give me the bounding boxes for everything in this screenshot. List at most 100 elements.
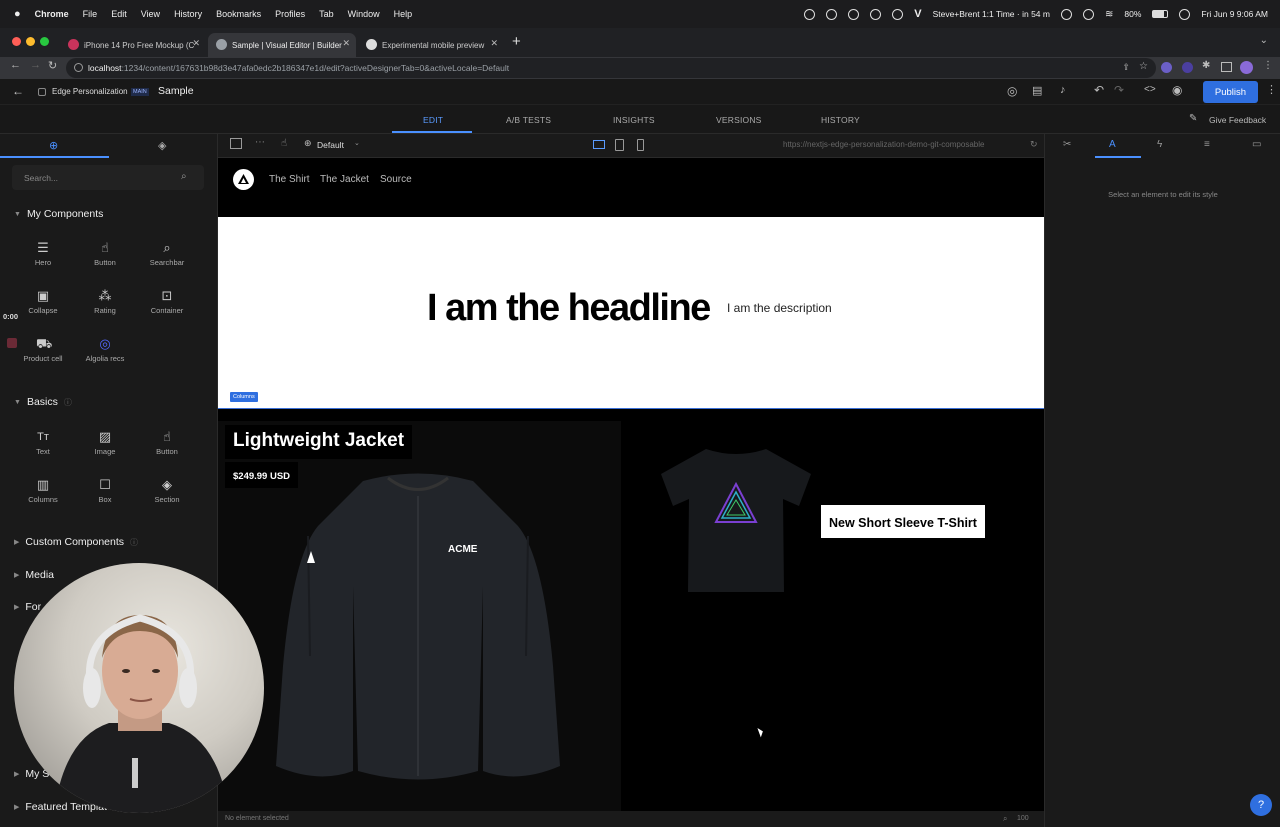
- chevron-down-icon[interactable]: ⌄: [354, 139, 360, 147]
- redo-icon[interactable]: ↷: [1114, 83, 1124, 97]
- tab-edit[interactable]: EDIT: [423, 115, 443, 125]
- brightness-icon[interactable]: [1060, 8, 1072, 20]
- component-section[interactable]: ◈ Section: [137, 478, 197, 504]
- give-feedback-link[interactable]: Give Feedback: [1209, 115, 1266, 125]
- webcam-overlay[interactable]: [14, 563, 264, 813]
- component-hero[interactable]: ☰ Hero: [13, 241, 73, 267]
- component-searchbar[interactable]: ⌕ Searchbar: [137, 241, 197, 267]
- component-collapse[interactable]: ▣ Collapse: [13, 289, 73, 315]
- space-name[interactable]: Edge Personalization: [52, 87, 128, 96]
- tools-icon[interactable]: ✂: [1063, 139, 1071, 150]
- component-button[interactable]: ☝ Button: [75, 241, 135, 267]
- extension-icon[interactable]: [1182, 62, 1193, 73]
- reload-icon[interactable]: ↻: [48, 59, 57, 72]
- browser-tab[interactable]: iPhone 14 Pro Free Mockup (C ✕: [60, 33, 206, 57]
- status-icon[interactable]: [826, 8, 838, 20]
- browser-tab[interactable]: Experimental mobile preview ✕: [358, 33, 504, 57]
- bookmark-star-icon[interactable]: ☆: [1139, 61, 1148, 72]
- preview-canvas[interactable]: The Shirt The Jacket Source I am the hea…: [218, 158, 1044, 811]
- data-icon[interactable]: ≡: [1204, 139, 1210, 150]
- locale-select[interactable]: Default: [317, 140, 344, 150]
- nav-link-shirt[interactable]: The Shirt: [269, 174, 310, 185]
- nav-link-jacket[interactable]: The Jacket: [320, 174, 369, 185]
- info-icon[interactable]: ⓘ: [64, 397, 72, 408]
- section-basics[interactable]: ▼ Basics ⓘ: [14, 396, 72, 408]
- acme-logo-icon[interactable]: [233, 169, 254, 190]
- component-box[interactable]: ☐ Box: [75, 478, 135, 504]
- share-icon[interactable]: ⇪: [1122, 62, 1130, 73]
- battery-percent[interactable]: 80%: [1124, 9, 1141, 19]
- chrome-menu-icon[interactable]: ⋮: [1263, 60, 1273, 71]
- insert-tab-icon[interactable]: ⊕: [49, 139, 58, 152]
- browser-tab-active[interactable]: Sample | Visual Editor | Builder ✕: [208, 33, 356, 57]
- comments-icon[interactable]: ▭: [1252, 139, 1261, 150]
- close-window-button[interactable]: [12, 37, 21, 46]
- jacket-price-box[interactable]: $249.99 USD: [225, 462, 299, 488]
- site-header[interactable]: The Shirt The Jacket Source: [218, 158, 1044, 217]
- component-image[interactable]: ▨ Image: [75, 430, 135, 456]
- menu-history[interactable]: History: [174, 9, 202, 19]
- tshirt-image[interactable]: [651, 444, 821, 594]
- desktop-view-icon[interactable]: [593, 140, 605, 149]
- preview-url[interactable]: https://nextjs-edge-personalization-demo…: [783, 140, 1028, 149]
- wifi-icon[interactable]: ≋: [1105, 9, 1113, 20]
- hero-section[interactable]: I am the headline I am the description C…: [218, 217, 1044, 408]
- component-basic-button[interactable]: ☝ Button: [137, 430, 197, 456]
- apple-icon[interactable]: ●: [14, 8, 21, 20]
- columns-block[interactable]: ACME Lightweight Jacket $249.99 USD New …: [218, 408, 1044, 811]
- record-stop-icon[interactable]: [7, 338, 17, 348]
- undo-icon[interactable]: ↶: [1094, 83, 1104, 97]
- headphones-icon[interactable]: [1082, 8, 1094, 20]
- feedback-icon[interactable]: ✎: [1189, 113, 1197, 124]
- columns-block-label[interactable]: Columns: [230, 392, 258, 402]
- hero-description[interactable]: I am the description: [727, 301, 832, 315]
- site-info-icon[interactable]: [74, 63, 83, 72]
- jacket-title-box[interactable]: Lightweight Jacket: [225, 425, 413, 459]
- component-columns[interactable]: ▥ Columns: [13, 478, 73, 504]
- forward-icon[interactable]: →: [30, 59, 41, 71]
- status-icon[interactable]: [804, 8, 816, 20]
- tab-versions[interactable]: VERSIONS: [716, 115, 762, 125]
- code-icon[interactable]: <>: [1144, 84, 1156, 95]
- jacket-image[interactable]: [268, 466, 568, 796]
- back-arrow-icon[interactable]: ←: [12, 84, 24, 98]
- extensions-puzzle-icon[interactable]: ✱: [1202, 60, 1210, 71]
- back-icon[interactable]: ←: [10, 59, 21, 71]
- outline-icon[interactable]: ⋯: [255, 137, 265, 148]
- menu-edit[interactable]: Edit: [111, 9, 127, 19]
- tab-history[interactable]: HISTORY: [821, 115, 860, 125]
- meeting-reminder[interactable]: Steve+Brent 1:1 Time · in 54 m: [933, 9, 1050, 19]
- animation-bolt-icon[interactable]: ϟ: [1157, 139, 1162, 150]
- close-tab-icon[interactable]: ✕: [490, 38, 498, 49]
- jacket-price[interactable]: $249.99 USD: [233, 471, 290, 482]
- interaction-icon[interactable]: ☝: [281, 138, 287, 149]
- control-center-icon[interactable]: [1179, 8, 1191, 20]
- section-my-components[interactable]: ▼ My Components: [14, 208, 103, 220]
- calendar-icon[interactable]: ▤: [1032, 84, 1042, 97]
- nav-link-source[interactable]: Source: [380, 174, 412, 185]
- menu-view[interactable]: View: [141, 9, 160, 19]
- zoom-level[interactable]: 100: [1017, 815, 1029, 822]
- status-icon[interactable]: [848, 8, 860, 20]
- notifications-bell-icon[interactable]: ♪: [1060, 84, 1066, 96]
- hero-headline[interactable]: I am the headline: [427, 287, 711, 330]
- info-icon[interactable]: ⓘ: [130, 537, 138, 548]
- zoom-window-button[interactable]: [40, 37, 49, 46]
- minimize-window-button[interactable]: [26, 37, 35, 46]
- component-rating[interactable]: ⁂ Rating: [75, 289, 135, 315]
- menu-window[interactable]: Window: [348, 9, 380, 19]
- close-tab-icon[interactable]: ✕: [192, 38, 200, 49]
- section-forms[interactable]: ▶ For: [14, 601, 41, 613]
- tablet-view-icon[interactable]: [615, 139, 624, 151]
- menu-tab[interactable]: Tab: [319, 9, 334, 19]
- style-tab-icon[interactable]: A: [1109, 139, 1116, 150]
- shirt-title[interactable]: New Short Sleeve T-Shirt: [829, 516, 977, 530]
- new-tab-icon[interactable]: +: [512, 33, 521, 50]
- component-container[interactable]: ⊡ Container: [137, 289, 197, 315]
- mobile-view-icon[interactable]: [637, 139, 644, 151]
- tab-insights[interactable]: INSIGHTS: [613, 115, 655, 125]
- menu-profiles[interactable]: Profiles: [275, 9, 305, 19]
- menu-app-name[interactable]: Chrome: [35, 9, 69, 19]
- shirt-product-card[interactable]: New Short Sleeve T-Shirt: [621, 409, 1044, 811]
- tab-search-chevron-icon[interactable]: ⌄: [1260, 35, 1268, 46]
